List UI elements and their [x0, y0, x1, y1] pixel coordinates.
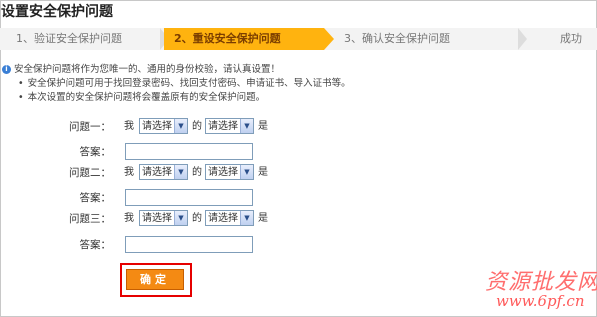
word-is: 是 — [258, 167, 268, 178]
chevron-down-icon[interactable]: ▼ — [240, 165, 253, 179]
bullet-icon: • — [18, 92, 24, 103]
watermark-url: www.6pf.cn — [496, 292, 585, 310]
info-icon: i — [2, 65, 11, 74]
bullet-icon: • — [18, 78, 24, 89]
tip-bullet-2: 本次设置的安全保护问题将会覆盖原有的安全保护问题。 — [27, 92, 266, 103]
select-value: 请选择 — [208, 121, 238, 132]
question-1-label: 问题一： — [69, 121, 111, 133]
chevron-down-icon[interactable]: ▼ — [240, 211, 253, 225]
tip-main-line: i 安全保护问题将作为您唯一的、通用的身份校验，请认真设置！ — [2, 63, 351, 77]
step-1-label: 1、验证安全保护问题 — [16, 32, 122, 45]
chevron-down-icon[interactable]: ▼ — [174, 165, 187, 179]
word-me: 我 — [124, 121, 134, 132]
answer-1-label: 答案： — [79, 146, 112, 158]
word-is: 是 — [258, 213, 268, 224]
select-value: 请选择 — [142, 213, 172, 224]
tip-bullet-1: 安全保护问题可用于找回登录密码、找回支付密码、申请证书、导入证书等。 — [27, 78, 351, 89]
active-step-arrow-icon — [324, 28, 334, 50]
step-3-label: 3、确认安全保护问题 — [344, 32, 450, 45]
confirm-button[interactable]: 确定 — [126, 269, 184, 290]
answer-2-label: 答案： — [79, 192, 112, 204]
question-1-row: 问题一： 我 请选择 ▼ 的 请选择 ▼ 是 — [0, 118, 597, 136]
page-title: 设置安全保护问题 — [1, 4, 113, 20]
select-value: 请选择 — [142, 121, 172, 132]
tip-bullet-line: • 本次设置的安全保护问题将会覆盖原有的安全保护问题。 — [2, 91, 351, 105]
select-value: 请选择 — [208, 213, 238, 224]
chevron-down-icon[interactable]: ▼ — [240, 119, 253, 133]
question-2-label: 问题二： — [69, 167, 111, 179]
tip-main: 安全保护问题将作为您唯一的、通用的身份校验，请认真设置！ — [14, 64, 281, 75]
step-2-active: 2、重设安全保护问题 — [164, 28, 324, 50]
select-value: 请选择 — [208, 167, 238, 178]
question-3-select-2[interactable]: 请选择 ▼ — [205, 210, 254, 226]
question-3-label: 问题三： — [69, 213, 111, 225]
answer-3-input[interactable] — [125, 236, 253, 253]
step-2-label: 2、重设安全保护问题 — [174, 32, 281, 45]
word-of: 的 — [192, 121, 202, 132]
word-is: 是 — [258, 121, 268, 132]
answer-3-row: 答案： — [0, 236, 597, 254]
step-separator-icon — [518, 28, 527, 50]
tips-block: i 安全保护问题将作为您唯一的、通用的身份校验，请认真设置！ • 安全保护问题可用于… — [2, 63, 351, 105]
step-3: 3、确认安全保护问题 — [336, 28, 516, 50]
answer-2-input[interactable] — [125, 189, 253, 206]
question-3-select-1[interactable]: 请选择 ▼ — [139, 210, 188, 226]
question-3-row: 问题三： 我 请选择 ▼ 的 请选择 ▼ 是 — [0, 210, 597, 228]
answer-1-input[interactable] — [125, 143, 253, 160]
step-4: 成功 — [530, 28, 597, 50]
chevron-down-icon[interactable]: ▼ — [174, 119, 187, 133]
step-1: 1、验证安全保护问题 — [0, 28, 160, 50]
answer-2-row: 答案： — [0, 189, 597, 207]
question-2-select-1[interactable]: 请选择 ▼ — [139, 164, 188, 180]
word-me: 我 — [124, 213, 134, 224]
chevron-down-icon[interactable]: ▼ — [174, 211, 187, 225]
tip-bullet-line: • 安全保护问题可用于找回登录密码、找回支付密码、申请证书、导入证书等。 — [2, 77, 351, 91]
answer-1-row: 答案： — [0, 143, 597, 161]
question-1-select-2[interactable]: 请选择 ▼ — [205, 118, 254, 134]
question-2-row: 问题二： 我 请选择 ▼ 的 请选择 ▼ 是 — [0, 164, 597, 182]
word-of: 的 — [192, 213, 202, 224]
answer-3-label: 答案： — [79, 239, 112, 251]
select-value: 请选择 — [142, 167, 172, 178]
word-me: 我 — [124, 167, 134, 178]
question-2-select-2[interactable]: 请选择 ▼ — [205, 164, 254, 180]
step-4-label: 成功 — [560, 32, 582, 45]
word-of: 的 — [192, 167, 202, 178]
step-progress-bar: 1、验证安全保护问题 2、重设安全保护问题 3、确认安全保护问题 成功 — [0, 28, 597, 50]
question-1-select-1[interactable]: 请选择 ▼ — [139, 118, 188, 134]
